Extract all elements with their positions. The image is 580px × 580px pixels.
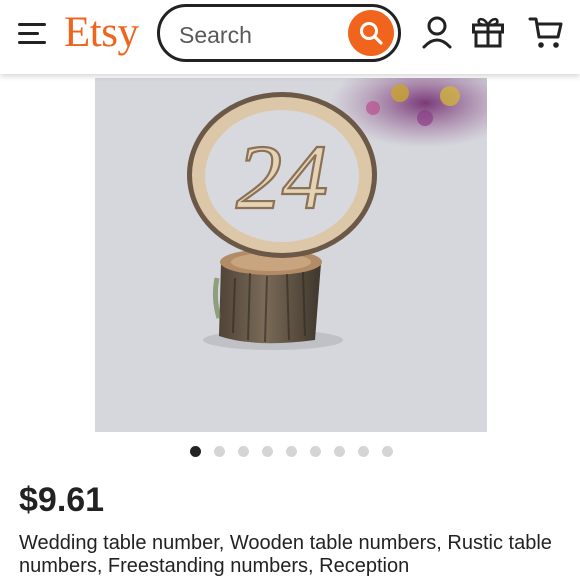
gift-icon: [472, 17, 504, 48]
product-image[interactable]: 24: [95, 78, 487, 432]
search-button[interactable]: [348, 10, 394, 56]
carousel-dot[interactable]: [214, 446, 225, 457]
search-icon: [360, 22, 383, 45]
product-title: Wedding table number, Wooden table numbe…: [19, 532, 552, 577]
carousel-dot[interactable]: [310, 446, 321, 457]
cart-button[interactable]: [528, 15, 564, 56]
menu-icon[interactable]: [18, 20, 48, 48]
search-bar[interactable]: [157, 4, 401, 62]
gift-button[interactable]: [471, 15, 505, 54]
top-navigation-bar: Etsy: [0, 0, 580, 74]
product-photo: 24: [95, 78, 487, 432]
carousel-dot[interactable]: [334, 446, 345, 457]
search-input[interactable]: [177, 19, 346, 51]
svg-text:24: 24: [236, 126, 328, 228]
etsy-logo[interactable]: Etsy: [64, 9, 139, 57]
carousel-dot[interactable]: [358, 446, 369, 457]
cart-icon: [528, 17, 563, 48]
carousel-dot[interactable]: [286, 446, 297, 457]
account-button[interactable]: [420, 15, 454, 56]
carousel-dot[interactable]: [382, 446, 393, 457]
carousel-dot[interactable]: [262, 446, 273, 457]
carousel-dot[interactable]: [238, 446, 249, 457]
carousel-dot[interactable]: [190, 446, 201, 457]
product-price: $9.61: [19, 481, 105, 519]
account-icon: [422, 16, 452, 49]
